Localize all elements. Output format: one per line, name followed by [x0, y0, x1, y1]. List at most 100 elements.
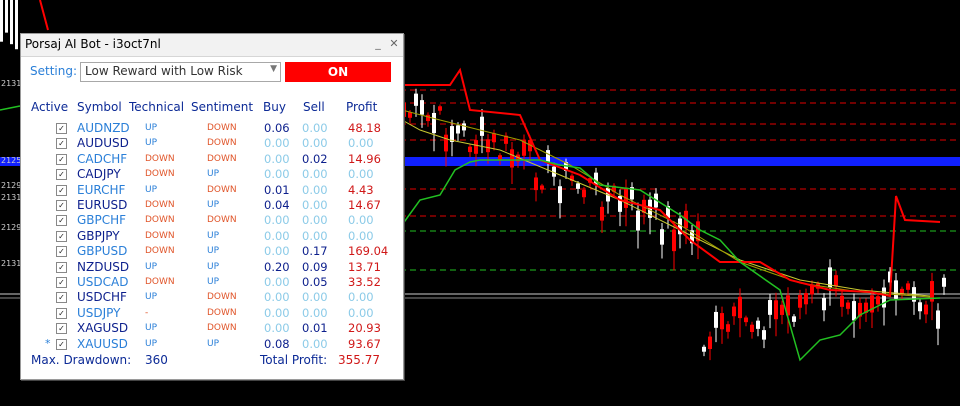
candle-body [894, 280, 898, 299]
candle-body [804, 293, 808, 305]
symbol-cell: GBPCHF [77, 213, 127, 228]
candle-body [798, 294, 802, 308]
buy-cell: 0.01 [264, 182, 290, 197]
active-checkbox[interactable]: ✓ [56, 307, 67, 319]
bot-panel[interactable]: Porsaj AI Bot - i3oct7nl _ ✕ Setting: Lo… [20, 33, 404, 380]
symbol-cell: EURUSD [77, 198, 128, 212]
technical-cell: UP [145, 184, 158, 195]
active-marker: * [45, 336, 51, 350]
candle-body [600, 206, 604, 221]
sell-cell: 0.00 [302, 121, 328, 135]
setting-label: Setting: [30, 64, 78, 78]
table-row: ✓ GBPCHF DOWN DOWN 0.00 0.00 0.00 [21, 213, 403, 229]
sell-cell: 0.00 [302, 290, 328, 305]
active-checkbox[interactable]: ✓ [56, 292, 67, 304]
active-checkbox[interactable]: ✓ [56, 338, 67, 350]
candle-body [492, 133, 496, 143]
buy-cell: 0.00 [264, 244, 290, 259]
active-checkbox[interactable]: ✓ [56, 246, 67, 258]
active-checkbox[interactable]: ✓ [56, 323, 67, 335]
candle-body [450, 126, 454, 142]
candle-body [486, 139, 490, 153]
sentiment-cell: UP [207, 200, 220, 210]
chevron-down-icon: ▼ [270, 64, 277, 74]
candle-body [906, 283, 910, 290]
symbol-cell: CADJPY [77, 167, 121, 182]
active-checkbox[interactable]: ✓ [56, 261, 67, 273]
candle-body [5, 0, 8, 33]
technical-cell: UP [145, 338, 158, 349]
minimize-icon[interactable]: _ [371, 36, 385, 52]
candle-body [936, 310, 940, 329]
total-profit-label: Total Profit: [260, 353, 328, 367]
candle-body [660, 229, 664, 245]
table-row: * ✓ XAUUSD UP UP 0.08 0.00 93.67 [21, 337, 403, 353]
active-checkbox[interactable]: ✓ [56, 230, 67, 242]
sell-cell: 0.00 [302, 198, 328, 212]
header-buy: Buy [263, 100, 286, 114]
active-checkbox[interactable]: ✓ [56, 123, 67, 134]
max-drawdown-value: 360 [145, 353, 168, 367]
active-checkbox[interactable]: ✓ [56, 200, 67, 211]
active-checkbox[interactable]: ✓ [56, 169, 67, 181]
table-row: ✓ GBPJPY DOWN UP 0.00 0.00 0.00 [21, 229, 403, 245]
profit-cell: 93.67 [348, 336, 381, 351]
sell-cell: 0.05 [302, 275, 328, 289]
technical-cell: DOWN [145, 200, 175, 210]
profit-cell: 4.43 [348, 182, 374, 197]
price-axis-label: 2131 [1, 79, 21, 88]
active-checkbox[interactable]: ✓ [56, 215, 67, 227]
candle-body [876, 296, 880, 305]
buy-cell: 0.00 [264, 305, 290, 320]
symbol-cell: USDJPY [77, 305, 121, 320]
sell-cell: 0.17 [302, 244, 328, 259]
window-titlebar[interactable]: Porsaj AI Bot - i3oct7nl _ ✕ [21, 34, 403, 57]
sentiment-cell: UP [207, 246, 220, 257]
buy-cell: 0.00 [264, 321, 290, 336]
candle-body [444, 134, 448, 152]
sentiment-cell: UP [207, 261, 220, 272]
technical-cell: DOWN [145, 230, 175, 241]
active-checkbox[interactable]: ✓ [56, 277, 67, 288]
technical-cell: - [145, 307, 149, 318]
candle-body [834, 275, 838, 287]
sell-cell: 0.00 [302, 336, 328, 351]
sell-cell: 0.02 [302, 151, 328, 166]
candle-body [558, 186, 562, 204]
candle-body [918, 302, 922, 312]
candle-body [420, 100, 424, 115]
candle-wick [39, 0, 49, 31]
sentiment-cell: DOWN [207, 153, 237, 164]
candle-body [942, 277, 946, 287]
candle-body [438, 106, 442, 111]
candle-body [534, 177, 538, 191]
sentiment-cell: DOWN [207, 215, 237, 226]
setting-dropdown[interactable]: Low Reward with Low Risk ▼ [80, 62, 281, 82]
active-checkbox[interactable]: ✓ [56, 138, 67, 150]
profit-cell: 13.71 [348, 259, 381, 274]
table-row: ✓ XAGUSD UP DOWN 0.00 0.01 20.93 [21, 321, 403, 337]
active-checkbox[interactable]: ✓ [56, 184, 67, 196]
sentiment-cell: UP [207, 277, 220, 287]
candle-body [702, 346, 706, 352]
sentiment-cell: DOWN [207, 307, 237, 318]
candle-body [846, 302, 850, 309]
symbol-cell: AUDUSD [77, 136, 129, 151]
candle-body [726, 324, 730, 332]
profit-cell: 48.18 [348, 121, 381, 135]
candle-body [792, 316, 796, 322]
technical-cell: UP [145, 123, 158, 133]
table-row: ✓ AUDNZD UP DOWN 0.06 0.00 48.18 [21, 121, 403, 137]
close-icon[interactable]: ✕ [387, 36, 401, 52]
buy-cell: 0.00 [264, 290, 290, 305]
technical-cell: DOWN [145, 169, 175, 180]
table-row: ✓ EURUSD DOWN UP 0.04 0.00 14.67 [21, 198, 403, 214]
active-checkbox[interactable]: ✓ [56, 153, 67, 165]
candle-body [852, 301, 856, 321]
total-profit-value: 355.77 [338, 353, 380, 367]
candle-body [756, 320, 760, 329]
header-sell: Sell [303, 100, 325, 114]
support-trail-line [401, 159, 941, 362]
on-toggle-button[interactable]: ON [285, 62, 391, 82]
candle-body [636, 210, 640, 231]
